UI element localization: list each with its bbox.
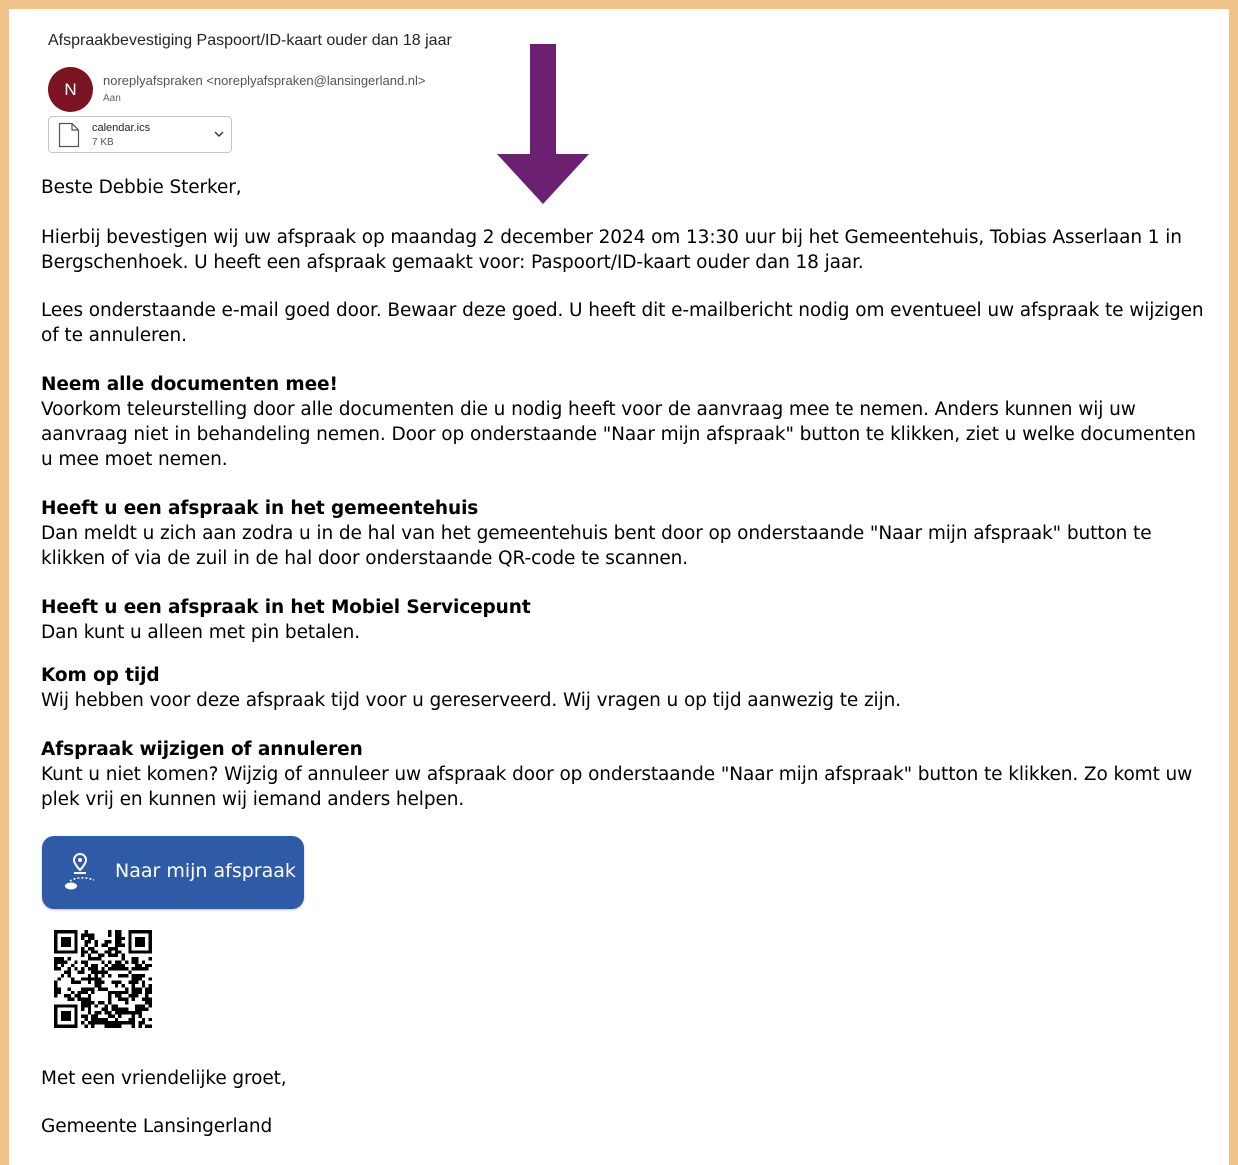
section-heading-documents: Neem alle documenten mee!: [41, 374, 338, 395]
section-text-change-cancel: Kunt u niet komen? Wijzig of annuleer uw…: [41, 764, 1193, 810]
section-heading-on-time: Kom op tijd: [41, 665, 160, 686]
confirmation-text: Hierbij bevestigen wij uw afspraak op ma…: [41, 227, 1182, 273]
my-appointment-button[interactable]: Naar mijn afspraak: [42, 836, 304, 909]
read-notice-text: Lees onderstaande e-mail goed door. Bewa…: [41, 300, 1204, 346]
attachment-card[interactable]: calendar.ics 7 KB: [48, 116, 232, 153]
section-heading-town-hall: Heeft u een afspraak in het gemeentehuis: [41, 498, 479, 519]
attachment-name: calendar.ics: [92, 122, 151, 134]
attachment-size: 7 KB: [92, 137, 114, 148]
greeting: Beste Debbie Sterker,: [41, 177, 242, 198]
chevron-down-icon[interactable]: [213, 128, 225, 140]
signature-text: Gemeente Lansingerland: [41, 1116, 273, 1137]
email-sender[interactable]: noreplyafspraken <noreplyafspraken@lansi…: [103, 73, 426, 88]
section-text-on-time: Wij hebben voor deze afspraak tijd voor …: [41, 690, 902, 711]
file-icon: [58, 122, 80, 148]
section-heading-mobile-service: Heeft u een afspraak in het Mobiel Servi…: [41, 597, 531, 618]
closing-text: Met een vriendelijke groet,: [41, 1068, 287, 1089]
sender-avatar: N: [48, 67, 93, 112]
location-route-icon: [65, 852, 95, 890]
email-recipient-label: Aan: [103, 93, 121, 104]
section-text-town-hall: Dan meldt u zich aan zodra u in de hal v…: [41, 523, 1152, 569]
section-text-documents: Voorkom teleurstelling door alle documen…: [41, 399, 1196, 470]
qr-code: [54, 930, 152, 1028]
my-appointment-button-label: Naar mijn afspraak: [115, 860, 296, 882]
section-text-mobile-service: Dan kunt u alleen met pin betalen.: [41, 622, 360, 643]
section-heading-change-cancel: Afspraak wijzigen of annuleren: [41, 739, 363, 760]
email-subject: Afspraakbevestiging Paspoort/ID-kaart ou…: [48, 32, 452, 49]
